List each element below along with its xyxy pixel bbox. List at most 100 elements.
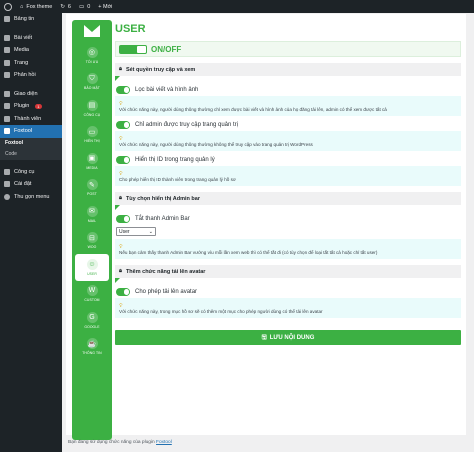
onoff-master-toggle[interactable] (119, 44, 147, 54)
new-label: + Mới (98, 3, 113, 10)
sidebar-item-pages[interactable]: Trang (0, 57, 62, 70)
lock-icon: 🔒︎ (119, 66, 122, 72)
option-description: 💡︎ Với chức năng này, trong mục hồ sơ sẽ … (115, 298, 461, 318)
sidebar-item-dashboard[interactable]: Bảng tin (0, 13, 62, 26)
sidebar-item-users[interactable]: Thành viên (0, 113, 62, 126)
pin-icon: ✎ (86, 179, 98, 191)
monitor-icon: ▭ (86, 126, 98, 138)
section-header-access: 🔒︎ Sét quyền truy cập và xem (115, 63, 461, 76)
user-settings-content: USER ON/OFF 🔒︎ Sét quyền truy cập và xem … (115, 20, 461, 345)
site-name-link[interactable]: ⌂ Fox theme (20, 4, 52, 10)
user-icon: ☺ (86, 258, 98, 270)
onoff-bar: ON/OFF (115, 41, 461, 57)
lock-icon: 🔒︎ (119, 195, 122, 201)
sidebar-item-collapse[interactable]: Thu gọn menu (0, 191, 62, 204)
section-title: Thêm chức năng tải lên avatar (125, 268, 206, 275)
sidebar-item-label: Bài viết (14, 34, 33, 41)
sidebar-item-settings[interactable]: Cài đặt (0, 178, 62, 191)
option-show-id: Hiển thị ID trong trang quản lý (115, 154, 461, 166)
save-button[interactable]: 🖫︎ LƯU NỘI DUNG (115, 330, 461, 345)
nav-tab-display[interactable]: ▭ HIỂN THỊ (72, 122, 112, 149)
media-icon (4, 47, 10, 54)
onoff-label: ON/OFF (151, 44, 182, 54)
description-text: Với chức năng này, trong mục hồ sơ sẽ có… (119, 308, 323, 314)
section-title: Sét quyền truy cập và xem (125, 66, 196, 73)
admin-sidebar: Bảng tin Bài viết Media Trang Phản hồi G… (0, 13, 62, 452)
plugin-update-badge: 1 (35, 103, 42, 109)
show-id-toggle[interactable] (116, 156, 130, 164)
nav-tab-label: CÔNG CỤ (83, 112, 101, 117)
nav-tab-woo[interactable]: ⊟ WOO (72, 228, 112, 255)
submenu-item-foxtool[interactable]: Foxtool (0, 138, 62, 149)
google-icon: G (86, 311, 98, 323)
option-description: 💡︎ Với chức năng này, người dùng thông th… (115, 96, 461, 116)
nav-tab-label: TỐI ƯU (85, 59, 99, 64)
option-description: 💡︎ Với chức năng này, người dùng thông th… (115, 131, 461, 151)
sidebar-item-label: Bảng tin (14, 16, 35, 23)
nav-tab-google[interactable]: G GOOGLE (72, 307, 112, 334)
sidebar-item-label: Công cụ (14, 168, 35, 175)
avatar-upload-toggle[interactable] (116, 288, 130, 296)
description-text: Với chức năng này, người dùng thông thườ… (119, 106, 387, 112)
wrench-icon (4, 168, 10, 175)
nav-tab-info[interactable]: ☕ THÔNG TIN (72, 334, 112, 361)
nav-tab-tools[interactable]: ▤ CÔNG CỤ (72, 95, 112, 122)
coffee-icon: ☕ (86, 338, 98, 350)
nav-tab-security[interactable]: ⛉ BẢO MẬT (72, 69, 112, 96)
nav-tab-post[interactable]: ✎ POST (72, 175, 112, 202)
comments-link[interactable]: ▭ 0 (79, 4, 90, 10)
sidebar-item-posts[interactable]: Bài viết (0, 32, 62, 45)
image-icon: ▣ (86, 152, 98, 164)
option-avatar-upload: Cho phép tải lên avatar (115, 286, 461, 298)
option-label: Hiển thị ID trong trang quản lý (135, 157, 215, 163)
sidebar-item-label: Media (14, 47, 29, 54)
nav-tab-user[interactable]: ☺ USER (75, 254, 109, 281)
sidebar-item-media[interactable]: Media (0, 44, 62, 57)
save-icon: 🖫︎ (261, 334, 267, 341)
nav-tab-mail[interactable]: ✉ MAIL (72, 201, 112, 228)
updates-count: 6 (67, 3, 71, 10)
collapse-icon (4, 193, 10, 200)
nav-tab-label: MEDIA (86, 165, 98, 170)
filter-posts-toggle[interactable] (116, 86, 130, 94)
nav-tab-label: BẢO MẬT (84, 86, 100, 91)
save-label: LƯU NỘI DUNG (269, 334, 315, 341)
section-header-adminbar: 🔒︎ Tùy chọn hiển thị Admin bar (115, 192, 461, 205)
description-text: Với chức năng này, người dùng thông thườ… (119, 141, 313, 147)
sidebar-item-appearance[interactable]: Giao diện (0, 88, 62, 101)
plugin-icon (4, 103, 10, 110)
adminbar-role-select[interactable]: User ⌄ (116, 227, 156, 236)
cart-icon: ⊟ (86, 232, 98, 244)
footer-text: Bạn đang sử dụng chức năng của plugin (68, 440, 155, 445)
sidebar-item-label: Cài đặt (14, 181, 32, 188)
new-content-link[interactable]: + Mới (98, 4, 112, 10)
sidebar-item-label: Thành viên (14, 115, 42, 122)
foxtool-link[interactable]: Foxtool (156, 440, 172, 445)
wordpress-logo-icon[interactable] (4, 2, 12, 11)
nav-tab-label: POST (87, 192, 97, 197)
sidebar-item-comments[interactable]: Phản hồi (0, 69, 62, 82)
sidebar-item-label: Thu gọn menu (14, 193, 50, 200)
sidebar-item-foxtool[interactable]: Foxtool (0, 125, 62, 138)
foxtool-vertical-nav: ◎ TỐI ƯU ⛉ BẢO MẬT ▤ CÔNG CỤ ▭ HIỂN THỊ ▣ MED… (72, 20, 112, 440)
option-description: 💡︎ Cho phép hiển thị ID thành viên trong … (115, 166, 461, 186)
updates-link[interactable]: ↻ 6 (60, 4, 71, 10)
option-filter-posts: Lọc bài viết và hình ảnh (115, 84, 461, 96)
mail-icon: ✉ (86, 205, 98, 217)
submenu-item-code[interactable]: Code (0, 149, 62, 160)
pin-icon (4, 34, 10, 41)
comments-count: 0 (87, 3, 91, 10)
dashboard-icon (4, 16, 10, 23)
disable-adminbar-toggle[interactable] (116, 215, 130, 223)
nav-tab-label: HIỂN THỊ (84, 139, 100, 144)
nav-tab-media[interactable]: ▣ MEDIA (72, 148, 112, 175)
nav-tab-optimize[interactable]: ◎ TỐI ƯU (72, 42, 112, 69)
nav-tab-label: GOOGLE (84, 324, 100, 329)
sidebar-item-tools[interactable]: Công cụ (0, 166, 62, 179)
admin-only-toggle[interactable] (116, 121, 130, 129)
lock-icon: 🔒︎ (119, 268, 122, 274)
sidebar-item-plugins[interactable]: Plugin 1 (0, 100, 62, 113)
nav-tab-custom[interactable]: W CUSTOM (72, 281, 112, 308)
section-header-avatar: 🔒︎ Thêm chức năng tải lên avatar (115, 265, 461, 278)
comment-icon (4, 72, 10, 79)
